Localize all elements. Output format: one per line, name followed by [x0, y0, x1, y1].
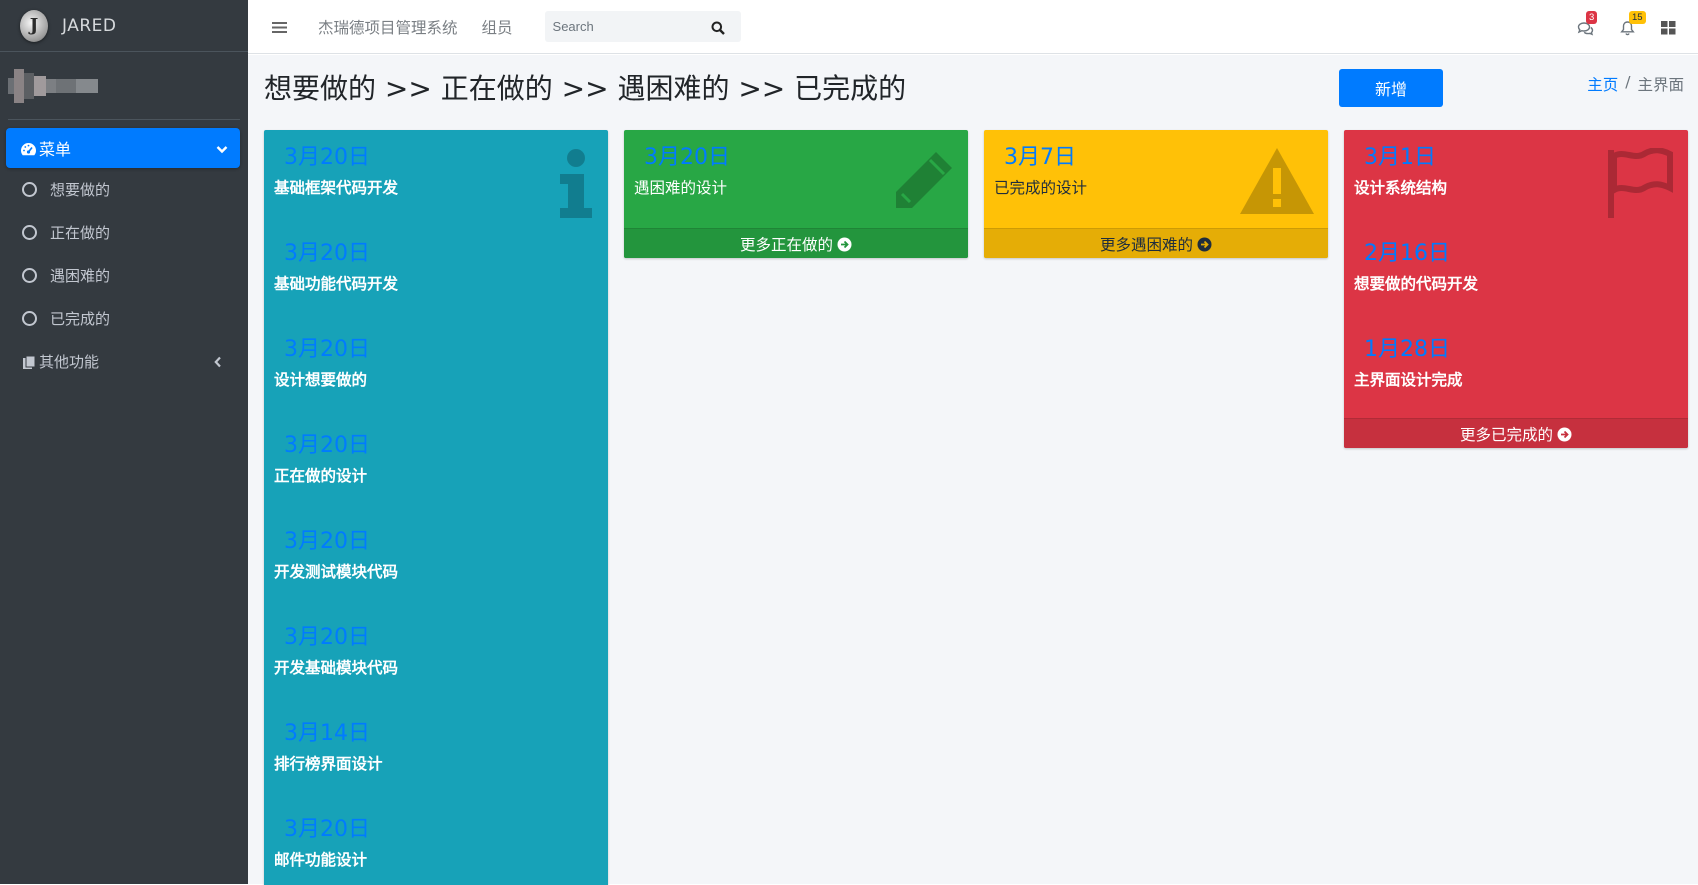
- more-stuck-label: 更多遇困难的: [1099, 235, 1193, 254]
- brand-name: JARED: [62, 15, 117, 36]
- search-icon[interactable]: [711, 17, 725, 36]
- circle-icon: [22, 182, 37, 197]
- search-box: [544, 11, 741, 42]
- messages-badge: 3: [1586, 10, 1598, 24]
- entry-title: 开发测试模块代码: [274, 563, 399, 581]
- brand[interactable]: J JARED: [0, 0, 248, 52]
- sidebar-item-label: 遇困难的: [50, 267, 111, 285]
- entry-date: 3月20日: [284, 433, 370, 458]
- sidebar-item-done[interactable]: 已完成的: [6, 297, 240, 340]
- more-stuck-link[interactable]: 更多遇困难的: [984, 228, 1328, 258]
- main-content: 想要做的 >> 正在做的 >> 遇困难的 >> 已完成的 新增 主页 / 主界面…: [248, 55, 1698, 885]
- list-item[interactable]: 3月20日开发基础模块代码: [274, 620, 598, 716]
- entry-title: 排行榜界面设计: [274, 755, 383, 773]
- sidebar-menu-label: 菜单: [39, 140, 72, 159]
- stuck-card-body: 3月7日 已完成的设计: [984, 130, 1328, 228]
- avatar[interactable]: [8, 66, 118, 106]
- nav-link-members[interactable]: 组员: [482, 16, 513, 38]
- arrow-circle-right-icon: [837, 235, 852, 253]
- sidebar-nav: 菜单 想要做的 正在做的 遇困难的 已完成的 其他功能: [0, 120, 248, 383]
- info-icon: [556, 148, 596, 224]
- top-right-icons: 3 15: [1577, 0, 1698, 54]
- flag-icon: [1604, 147, 1676, 224]
- pencil-icon: [886, 148, 956, 222]
- entry-title: 基础框架代码开发: [274, 179, 399, 197]
- hamburger-menu-icon[interactable]: [272, 17, 288, 36]
- user-panel[interactable]: [8, 52, 240, 120]
- more-doing-label: 更多正在做的: [739, 235, 833, 254]
- circle-icon: [22, 268, 37, 283]
- copy-icon: [22, 353, 37, 371]
- breadcrumb-home-link[interactable]: 主页: [1587, 73, 1618, 95]
- chevron-left-icon: [214, 353, 222, 371]
- brand-logo: J: [20, 9, 48, 42]
- circle-icon: [22, 225, 37, 240]
- list-item[interactable]: 3月20日基础框架代码开发: [274, 140, 598, 236]
- chevron-down-icon: [216, 139, 228, 158]
- entry-date: 3月20日: [284, 241, 370, 266]
- sidebar-other-label: 其他功能: [39, 353, 100, 371]
- sidebar-item-label: 想要做的: [50, 181, 111, 199]
- notifications-badge: 15: [1629, 10, 1646, 24]
- doing-card: 3月20日 遇困难的设计 更多正在做的: [624, 130, 968, 258]
- sidebar-item-stuck[interactable]: 遇困难的: [6, 254, 240, 297]
- doing-card-body: 3月20日 遇困难的设计: [624, 130, 968, 228]
- entry-title: 设计想要做的: [274, 371, 368, 389]
- entry-title: 邮件功能设计: [274, 851, 368, 869]
- breadcrumb-current: 主界面: [1637, 76, 1684, 94]
- entry-title: 开发基础模块代码: [274, 659, 399, 677]
- sidebar-item-menu[interactable]: 菜单: [6, 128, 240, 168]
- messages-button[interactable]: 3: [1577, 10, 1598, 37]
- sidebar: J JARED 菜单 想要做的 正在做的 遇困难的 已完成的 其他功能: [0, 0, 248, 884]
- list-item[interactable]: 3月14日排行榜界面设计: [274, 716, 598, 812]
- sidebar-item-doing[interactable]: 正在做的: [6, 211, 240, 254]
- circle-icon: [22, 311, 37, 326]
- more-doing-link[interactable]: 更多正在做的: [624, 228, 968, 258]
- entry-title: 主界面设计完成: [1354, 371, 1463, 389]
- sidebar-item-label: 已完成的: [50, 310, 111, 328]
- entry-date: 1月28日: [1364, 337, 1450, 362]
- list-item[interactable]: 1月28日主界面设计完成: [1354, 332, 1678, 428]
- add-button[interactable]: 新增: [1339, 69, 1443, 107]
- entry-title: 想要做的代码开发: [1354, 275, 1479, 293]
- apps-grid-button[interactable]: [1661, 18, 1676, 37]
- breadcrumb-separator: /: [1625, 73, 1631, 91]
- entry-title: 正在做的设计: [274, 467, 368, 485]
- todo-card: 3月20日 基础框架代码开发 3月20日 基础功能代码开发 3月20日 设计想要做的 …: [264, 130, 608, 885]
- todo-card-body: 3月20日 基础框架代码开发 3月20日 基础功能代码开发 3月20日 设计想要做的 …: [264, 130, 608, 885]
- warning-icon: [1238, 146, 1316, 220]
- entry-date: 2月16日: [1364, 241, 1450, 266]
- list-item[interactable]: 3月20日基础功能代码开发: [274, 236, 598, 332]
- tachometer-icon: [20, 139, 37, 158]
- sidebar-item-other[interactable]: 其他功能: [6, 340, 240, 383]
- entry-date: 3月20日: [284, 145, 370, 170]
- arrow-circle-right-icon: [1197, 235, 1212, 253]
- page-title: 想要做的 >> 正在做的 >> 遇困难的 >> 已完成的: [264, 72, 907, 105]
- stuck-card: 3月7日 已完成的设计 更多遇困难的: [984, 130, 1328, 258]
- brand-logo-letter: J: [29, 15, 39, 36]
- entry-date: 3月20日: [284, 625, 370, 650]
- entry-date: 3月14日: [284, 721, 370, 746]
- search-input[interactable]: [544, 19, 711, 34]
- breadcrumb: 主页 / 主界面: [1587, 73, 1684, 95]
- list-item[interactable]: 2月16日想要做的代码开发: [1354, 236, 1678, 332]
- entry-date: 3月20日: [284, 337, 370, 362]
- sidebar-item-label: 正在做的: [50, 224, 111, 242]
- entry-date: 3月20日: [284, 529, 370, 554]
- notifications-button[interactable]: 15: [1620, 10, 1646, 37]
- nav-link-system[interactable]: 杰瑞德项目管理系统: [318, 16, 458, 38]
- top-navbar: 杰瑞德项目管理系统 组员 3 15: [248, 0, 1698, 54]
- entry-title: 基础功能代码开发: [274, 275, 399, 293]
- list-item[interactable]: 3月20日设计想要做的: [274, 332, 598, 428]
- list-item[interactable]: 3月20日开发测试模块代码: [274, 524, 598, 620]
- sidebar-item-todo[interactable]: 想要做的: [6, 168, 240, 211]
- done-card: 3月1日 设计系统结构 2月16日 想要做的代码开发 1月28日 主界面设计完成 更多…: [1344, 130, 1688, 448]
- list-item[interactable]: 3月20日邮件功能设计: [274, 812, 598, 885]
- list-item[interactable]: 3月20日正在做的设计: [274, 428, 598, 524]
- grid-icon: [1661, 18, 1676, 37]
- entry-date: 3月20日: [284, 817, 370, 842]
- done-card-body: 3月1日 设计系统结构 2月16日 想要做的代码开发 1月28日 主界面设计完成: [1344, 130, 1688, 418]
